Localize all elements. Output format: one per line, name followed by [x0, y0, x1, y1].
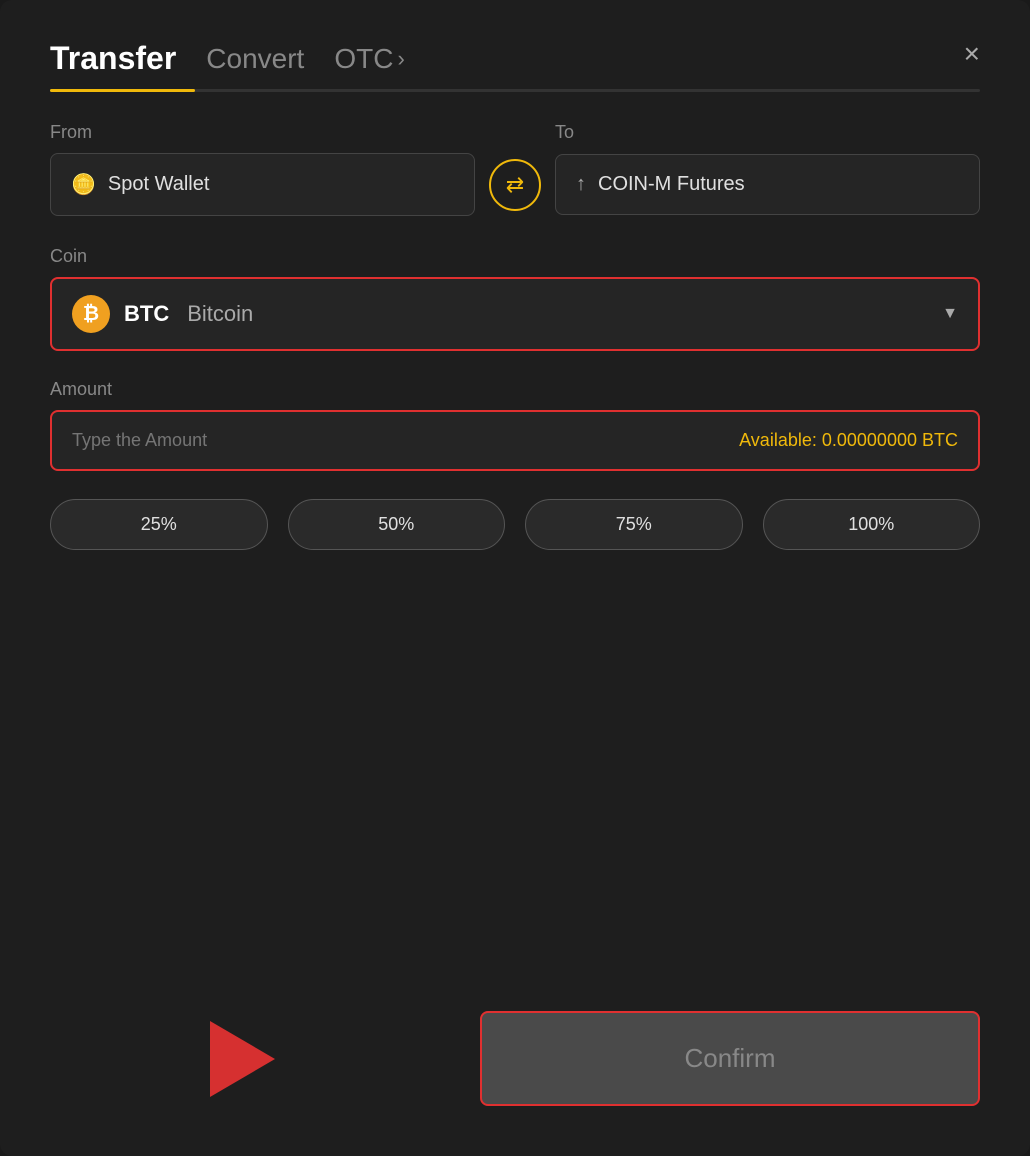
- available-balance: Available: 0.00000000 BTC: [739, 430, 958, 451]
- coin-name: Bitcoin: [187, 301, 253, 327]
- pct-75-button[interactable]: 75%: [525, 499, 743, 550]
- from-to-row: 🪙 Spot Wallet ⇄ ↑ COIN-M Futures: [50, 153, 980, 216]
- tab-convert[interactable]: Convert: [206, 43, 304, 75]
- close-button[interactable]: ×: [964, 40, 980, 68]
- arrow-icon: [210, 1021, 275, 1097]
- tab-transfer[interactable]: Transfer: [50, 40, 176, 77]
- available-value: 0.00000000: [822, 430, 917, 450]
- tab-otc[interactable]: OTC ›: [334, 43, 404, 75]
- swap-icon: ⇄: [506, 172, 524, 198]
- pct-100-button[interactable]: 100%: [763, 499, 981, 550]
- tab-active-indicator: [50, 89, 195, 92]
- wallet-icon: 🪙: [71, 172, 96, 197]
- coin-symbol: BTC: [124, 301, 169, 327]
- amount-input[interactable]: [72, 430, 739, 451]
- from-to-labels: From To: [50, 122, 980, 143]
- coin-chevron-icon: ▼: [942, 305, 958, 323]
- to-wallet-label: COIN-M Futures: [598, 173, 745, 196]
- btc-icon: ₿: [72, 295, 110, 333]
- amount-label: Amount: [50, 379, 980, 400]
- tab-underline-bar: [50, 89, 980, 92]
- to-wallet-selector[interactable]: ↑ COIN-M Futures: [555, 154, 980, 215]
- futures-icon: ↑: [576, 173, 586, 196]
- transfer-modal: Transfer Convert OTC › × From To 🪙 Spot …: [0, 0, 1030, 1156]
- coin-section: Coin ₿ BTC Bitcoin ▼: [50, 246, 980, 351]
- from-label: From: [50, 122, 475, 143]
- coin-selector[interactable]: ₿ BTC Bitcoin ▼: [50, 277, 980, 351]
- swap-button[interactable]: ⇄: [489, 159, 541, 211]
- coin-label: Coin: [50, 246, 980, 267]
- percentage-row: 25% 50% 75% 100%: [50, 499, 980, 550]
- swap-btn-container: ⇄: [475, 159, 555, 211]
- to-label: To: [555, 122, 980, 143]
- confirm-button[interactable]: Confirm: [480, 1011, 980, 1106]
- from-to-section: From To 🪙 Spot Wallet ⇄ ↑ COIN-M Futures: [50, 122, 980, 216]
- btc-letter: ₿: [83, 303, 99, 326]
- modal-header: Transfer Convert OTC › ×: [50, 40, 980, 77]
- bottom-area: Confirm: [50, 991, 980, 1106]
- amount-section: Amount Available: 0.00000000 BTC: [50, 379, 980, 471]
- available-label: Available:: [739, 430, 817, 450]
- amount-input-box: Available: 0.00000000 BTC: [50, 410, 980, 471]
- available-currency: BTC: [922, 430, 958, 450]
- from-wallet-selector[interactable]: 🪙 Spot Wallet: [50, 153, 475, 216]
- from-wallet-label: Spot Wallet: [108, 173, 210, 196]
- pct-50-button[interactable]: 50%: [288, 499, 506, 550]
- otc-chevron-icon: ›: [397, 46, 404, 72]
- arrow-container: [210, 1021, 275, 1097]
- pct-25-button[interactable]: 25%: [50, 499, 268, 550]
